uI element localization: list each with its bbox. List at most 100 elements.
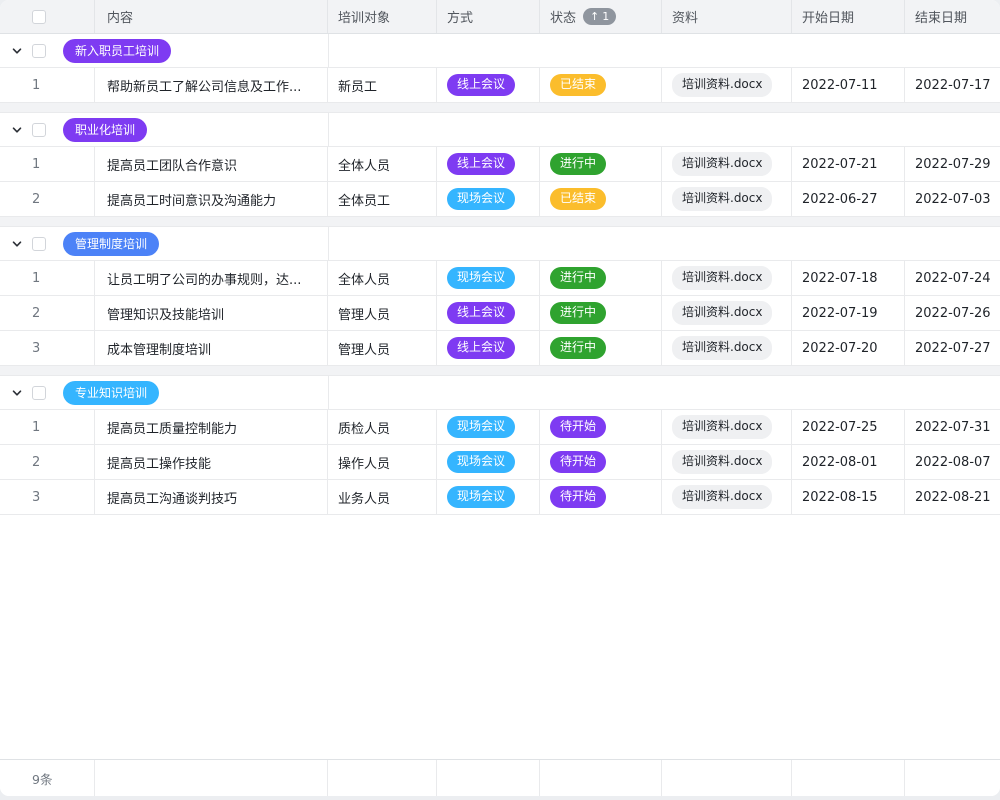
chevron-down-icon[interactable]: [10, 123, 24, 137]
group-pill[interactable]: 管理制度培训: [63, 232, 159, 256]
column-header-method[interactable]: 方式: [437, 0, 540, 33]
content-cell[interactable]: 成本管理制度培训: [95, 331, 328, 365]
table-row[interactable]: 2 提高员工时间意识及沟通能力 全体员工 现场会议 已结束 培训资料.docx …: [0, 182, 1000, 217]
content-cell[interactable]: 管理知识及技能培训: [95, 296, 328, 330]
table-row[interactable]: 1 让员工明了公司的办事规则，达... 全体人员 现场会议 进行中 培训资料.d…: [0, 261, 1000, 296]
target-cell[interactable]: 业务人员: [328, 480, 437, 514]
table-row[interactable]: 1 帮助新员工了解公司信息及工作... 新员工 线上会议 已结束 培训资料.do…: [0, 68, 1000, 103]
start-date-cell[interactable]: 2022-07-11: [792, 68, 905, 102]
status-cell[interactable]: 待开始: [540, 410, 662, 444]
method-cell[interactable]: 现场会议: [437, 182, 540, 216]
file-chip[interactable]: 培训资料.docx: [672, 187, 772, 210]
group-checkbox[interactable]: [32, 123, 46, 137]
file-cell[interactable]: 培训资料.docx: [662, 410, 792, 444]
end-date-cell[interactable]: 2022-07-29: [905, 147, 1000, 181]
target-cell[interactable]: 管理人员: [328, 331, 437, 365]
method-cell[interactable]: 现场会议: [437, 410, 540, 444]
content-cell[interactable]: 提高员工时间意识及沟通能力: [95, 182, 328, 216]
group-pill[interactable]: 专业知识培训: [63, 381, 159, 405]
sort-badge[interactable]: ↑ 1: [583, 8, 616, 25]
file-cell[interactable]: 培训资料.docx: [662, 182, 792, 216]
method-cell[interactable]: 现场会议: [437, 261, 540, 295]
end-date-cell[interactable]: 2022-07-03: [905, 182, 1000, 216]
method-cell[interactable]: 线上会议: [437, 68, 540, 102]
content-cell[interactable]: 提高员工团队合作意识: [95, 147, 328, 181]
group-pill[interactable]: 新入职员工培训: [63, 39, 171, 63]
content-cell[interactable]: 让员工明了公司的办事规则，达...: [95, 261, 328, 295]
content-cell[interactable]: 提高员工操作技能: [95, 445, 328, 479]
status-cell[interactable]: 进行中: [540, 296, 662, 330]
end-date-cell[interactable]: 2022-07-17: [905, 68, 1000, 102]
end-date-cell[interactable]: 2022-08-07: [905, 445, 1000, 479]
end-date-cell[interactable]: 2022-07-31: [905, 410, 1000, 444]
column-header-status[interactable]: 状态 ↑ 1: [540, 0, 662, 33]
status-cell[interactable]: 待开始: [540, 445, 662, 479]
start-date-cell[interactable]: 2022-07-18: [792, 261, 905, 295]
end-date-cell[interactable]: 2022-07-24: [905, 261, 1000, 295]
target-cell[interactable]: 全体人员: [328, 261, 437, 295]
file-chip[interactable]: 培训资料.docx: [672, 266, 772, 289]
group-checkbox[interactable]: [32, 386, 46, 400]
end-date-cell[interactable]: 2022-07-26: [905, 296, 1000, 330]
column-header-content[interactable]: 内容: [95, 0, 328, 33]
status-cell[interactable]: 待开始: [540, 480, 662, 514]
target-cell[interactable]: 管理人员: [328, 296, 437, 330]
method-cell[interactable]: 线上会议: [437, 147, 540, 181]
target-cell[interactable]: 全体员工: [328, 182, 437, 216]
group-header-row[interactable]: 新入职员工培训: [0, 34, 1000, 68]
file-cell[interactable]: 培训资料.docx: [662, 296, 792, 330]
content-cell[interactable]: 帮助新员工了解公司信息及工作...: [95, 68, 328, 102]
column-header-end-date[interactable]: 结束日期: [905, 0, 1000, 33]
file-chip[interactable]: 培训资料.docx: [672, 73, 772, 96]
target-cell[interactable]: 质检人员: [328, 410, 437, 444]
end-date-cell[interactable]: 2022-08-21: [905, 480, 1000, 514]
content-cell[interactable]: 提高员工沟通谈判技巧: [95, 480, 328, 514]
end-date-cell[interactable]: 2022-07-27: [905, 331, 1000, 365]
start-date-cell[interactable]: 2022-07-20: [792, 331, 905, 365]
table-row[interactable]: 2 管理知识及技能培训 管理人员 线上会议 进行中 培训资料.docx 2022…: [0, 296, 1000, 331]
target-cell[interactable]: 操作人员: [328, 445, 437, 479]
chevron-down-icon[interactable]: [10, 237, 24, 251]
method-cell[interactable]: 线上会议: [437, 331, 540, 365]
method-cell[interactable]: 线上会议: [437, 296, 540, 330]
file-chip[interactable]: 培训资料.docx: [672, 336, 772, 359]
target-cell[interactable]: 新员工: [328, 68, 437, 102]
file-cell[interactable]: 培训资料.docx: [662, 261, 792, 295]
table-row[interactable]: 1 提高员工质量控制能力 质检人员 现场会议 待开始 培训资料.docx 202…: [0, 410, 1000, 445]
table-row[interactable]: 1 提高员工团队合作意识 全体人员 线上会议 进行中 培训资料.docx 202…: [0, 147, 1000, 182]
file-chip[interactable]: 培训资料.docx: [672, 415, 772, 438]
select-all-checkbox[interactable]: [32, 10, 46, 24]
file-chip[interactable]: 培训资料.docx: [672, 485, 772, 508]
start-date-cell[interactable]: 2022-07-19: [792, 296, 905, 330]
file-chip[interactable]: 培训资料.docx: [672, 152, 772, 175]
group-header-row[interactable]: 管理制度培训: [0, 227, 1000, 261]
status-cell[interactable]: 进行中: [540, 261, 662, 295]
column-header-file[interactable]: 资料: [662, 0, 792, 33]
status-cell[interactable]: 已结束: [540, 68, 662, 102]
file-chip[interactable]: 培训资料.docx: [672, 450, 772, 473]
status-cell[interactable]: 已结束: [540, 182, 662, 216]
file-chip[interactable]: 培训资料.docx: [672, 301, 772, 324]
group-pill[interactable]: 职业化培训: [63, 118, 147, 142]
group-header-row[interactable]: 专业知识培训: [0, 376, 1000, 410]
table-row[interactable]: 2 提高员工操作技能 操作人员 现场会议 待开始 培训资料.docx 2022-…: [0, 445, 1000, 480]
file-cell[interactable]: 培训资料.docx: [662, 68, 792, 102]
method-cell[interactable]: 现场会议: [437, 445, 540, 479]
column-header-start-date[interactable]: 开始日期: [792, 0, 905, 33]
file-cell[interactable]: 培训资料.docx: [662, 445, 792, 479]
group-checkbox[interactable]: [32, 237, 46, 251]
start-date-cell[interactable]: 2022-06-27: [792, 182, 905, 216]
status-cell[interactable]: 进行中: [540, 147, 662, 181]
table-row[interactable]: 3 提高员工沟通谈判技巧 业务人员 现场会议 待开始 培训资料.docx 202…: [0, 480, 1000, 515]
column-header-target[interactable]: 培训对象: [328, 0, 437, 33]
start-date-cell[interactable]: 2022-07-21: [792, 147, 905, 181]
group-header-row[interactable]: 职业化培训: [0, 113, 1000, 147]
file-cell[interactable]: 培训资料.docx: [662, 331, 792, 365]
start-date-cell[interactable]: 2022-08-15: [792, 480, 905, 514]
method-cell[interactable]: 现场会议: [437, 480, 540, 514]
file-cell[interactable]: 培训资料.docx: [662, 480, 792, 514]
content-cell[interactable]: 提高员工质量控制能力: [95, 410, 328, 444]
status-cell[interactable]: 进行中: [540, 331, 662, 365]
start-date-cell[interactable]: 2022-08-01: [792, 445, 905, 479]
chevron-down-icon[interactable]: [10, 44, 24, 58]
